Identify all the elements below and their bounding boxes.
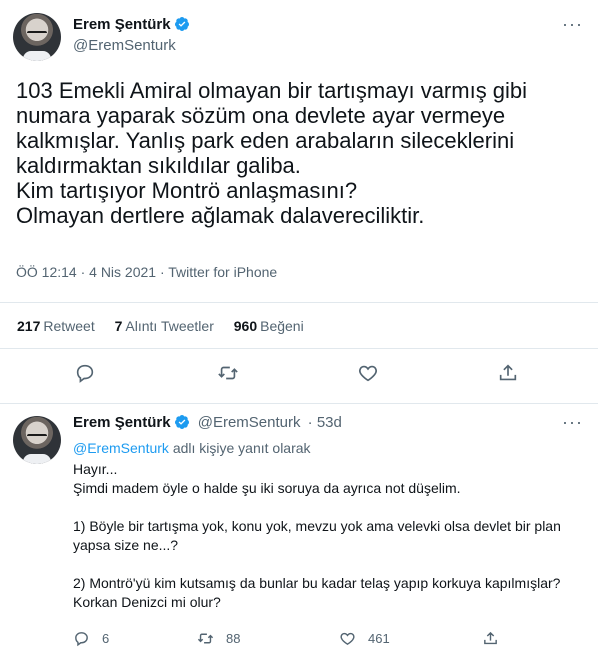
reply-to-mention[interactable]: @EremSenturk: [73, 440, 169, 456]
reply-button[interactable]: [74, 362, 96, 384]
like-button[interactable]: 461: [339, 630, 390, 647]
likes-count: 960: [233, 318, 258, 334]
tweet-stats: 217 Retweet 7 Alıntı Tweetler 960 Beğeni: [17, 318, 320, 334]
like-count: 461: [368, 631, 390, 646]
tweet-time[interactable]: · 53d: [308, 414, 342, 431]
tweet-text: 103 Emekli Amiral olmayan bir tartışmayı…: [16, 78, 528, 228]
avatar[interactable]: [13, 13, 61, 61]
retweet-icon: [218, 366, 238, 380]
main-tweet: Erem Şentürk @EremSenturk ··· 103 Emekli…: [0, 0, 598, 404]
divider: [0, 348, 598, 349]
author-handle[interactable]: @EremSenturk: [73, 37, 190, 54]
retweet-button[interactable]: 88: [197, 630, 240, 647]
more-options-icon[interactable]: ···: [562, 412, 583, 433]
quotes-stat[interactable]: 7 Alıntı Tweetler: [115, 318, 214, 334]
verified-icon: [174, 17, 189, 31]
reply-header: Erem Şentürk @EremSenturk · 53d: [73, 414, 342, 431]
author-name[interactable]: Erem Şentürk: [73, 16, 171, 33]
share-icon: [484, 631, 497, 645]
retweet-button[interactable]: [217, 362, 239, 384]
reply-actions: 6 88 461: [73, 630, 593, 650]
author-handle[interactable]: @EremSenturk: [198, 414, 301, 431]
likes-label: Beğeni: [260, 318, 304, 334]
reply-count: 6: [102, 631, 110, 646]
more-options-icon[interactable]: ···: [562, 14, 583, 35]
share-icon: [499, 364, 517, 381]
divider: [0, 302, 598, 303]
likes-stat[interactable]: 960 Beğeni: [234, 318, 304, 334]
reply-to-suffix: adlı kişiye yanıt olarak: [172, 440, 311, 456]
like-button[interactable]: [357, 362, 379, 384]
reply-tweet[interactable]: Erem Şentürk @EremSenturk · 53d ··· @Ere…: [0, 404, 598, 664]
retweet-count: 88: [226, 631, 241, 646]
reply-icon: [75, 632, 88, 647]
author-block: Erem Şentürk @EremSenturk: [73, 16, 190, 54]
author-name[interactable]: Erem Şentürk: [73, 414, 171, 431]
retweets-label: Retweet: [43, 318, 95, 334]
reply-to-line: @EremSenturk adlı kişiye yanıt olarak: [73, 440, 311, 456]
like-icon: [359, 365, 377, 382]
retweets-count: 217: [17, 318, 41, 334]
retweets-stat[interactable]: 217 Retweet: [17, 318, 95, 334]
reply-icon: [76, 364, 94, 383]
share-button[interactable]: [482, 630, 499, 647]
quotes-count: 7: [114, 318, 123, 334]
like-icon: [340, 632, 355, 646]
reply-text: Hayır... Şimdi madem öyle o halde şu iki…: [73, 461, 561, 610]
reply-button[interactable]: 6: [73, 630, 109, 647]
quotes-label: Alıntı Tweetler: [125, 318, 214, 334]
tweet-actions: [0, 362, 598, 392]
share-button[interactable]: [497, 362, 519, 384]
tweet-meta[interactable]: ÖÖ 12:14 · 4 Nis 2021 · Twitter for iPho…: [16, 264, 277, 280]
retweet-icon: [197, 633, 214, 644]
avatar[interactable]: [13, 416, 61, 464]
verified-icon: [174, 415, 189, 429]
